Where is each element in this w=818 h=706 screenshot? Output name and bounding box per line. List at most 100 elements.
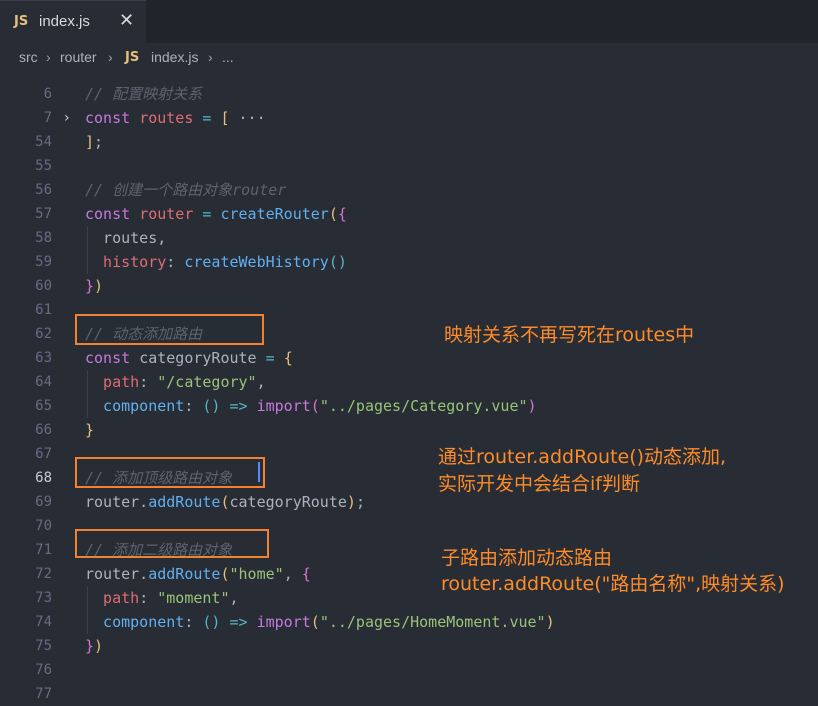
code-text: router.addRoute(categoryRoute); xyxy=(85,490,365,514)
code-token: ; xyxy=(94,133,104,151)
code-line[interactable]: 59 history: createWebHistory() xyxy=(0,250,818,274)
code-token: : xyxy=(184,397,203,415)
code-text: routes, xyxy=(85,226,166,250)
line-number: 67 xyxy=(35,446,52,462)
code-line[interactable]: 76 xyxy=(0,658,818,682)
line-number: 77 xyxy=(35,686,52,702)
code-token: = xyxy=(256,349,284,367)
code-token: categoryRoute xyxy=(229,493,347,511)
tab-label: index.js xyxy=(39,13,90,30)
code-text: ]; xyxy=(85,130,103,154)
code-token: router xyxy=(139,205,194,223)
code-token: : xyxy=(184,613,203,631)
code-token: ) xyxy=(527,397,537,415)
code-text: path: "/category", xyxy=(85,370,266,394)
code-line[interactable]: 74 component: () => import("../pages/Hom… xyxy=(0,610,818,634)
highlight-box-dynamic-route xyxy=(75,314,264,345)
code-line[interactable]: 6 // 配置映射关系 xyxy=(0,82,818,106)
code-token: ( xyxy=(220,565,230,583)
code-line[interactable]: 7 › const routes = [ ··· xyxy=(0,106,818,130)
close-icon[interactable]: ✕ xyxy=(119,10,134,30)
code-text: const router = createRouter({ xyxy=(85,202,347,226)
line-number: 64 xyxy=(35,374,52,390)
code-token: , xyxy=(256,373,266,391)
code-line[interactable]: 57 const router = createRouter({ xyxy=(0,202,818,226)
breadcrumb-router[interactable]: router xyxy=(60,49,97,65)
code-token: ) xyxy=(545,613,555,631)
code-token: = xyxy=(193,205,221,223)
code-token: "../pages/Category.vue" xyxy=(319,397,528,415)
code-token: component xyxy=(85,397,185,415)
annotation-note-3-line-2: router.addRoute("路由名称",映射关系) xyxy=(441,573,785,595)
breadcrumb-src[interactable]: src xyxy=(19,49,38,65)
code-token: path xyxy=(85,589,140,607)
line-number: 7 xyxy=(43,110,52,126)
line-number: 61 xyxy=(35,302,52,318)
code-token: addRoute xyxy=(148,493,221,511)
code-token: "/category" xyxy=(157,373,257,391)
breadcrumb-file[interactable]: index.js xyxy=(151,49,198,65)
code-text: history: createWebHistory() xyxy=(85,250,347,274)
line-number: 71 xyxy=(35,542,52,558)
code-text: const categoryRoute = { xyxy=(85,346,293,370)
code-token: } xyxy=(85,637,95,655)
javascript-file-icon: JS xyxy=(125,50,140,65)
code-token: : xyxy=(139,589,158,607)
code-token: router. xyxy=(85,565,149,583)
code-line[interactable]: 60}) xyxy=(0,274,818,298)
line-number: 55 xyxy=(35,158,52,174)
line-number: 65 xyxy=(35,398,52,414)
annotation-note-2-line-2: 实际开发中会结合if判断 xyxy=(438,473,640,495)
code-line[interactable]: 54]; xyxy=(0,130,818,154)
tab-bar: JS index.js ✕ xyxy=(0,0,818,43)
code-token: , xyxy=(283,565,302,583)
code-token: const xyxy=(85,205,140,223)
javascript-file-icon: JS xyxy=(14,14,29,29)
code-text: } xyxy=(85,418,94,442)
code-token: { xyxy=(283,349,293,367)
code-line[interactable]: 75}) xyxy=(0,634,818,658)
code-line[interactable]: 65 component: () => import("../pages/Cat… xyxy=(0,394,818,418)
breadcrumb: src › router › JS index.js › ... xyxy=(0,43,818,73)
annotation-note-1: 映射关系不再写死在routes中 xyxy=(444,324,695,346)
line-number: 75 xyxy=(35,638,52,654)
annotation-note-2-line-1: 通过router.addRoute()动态添加, xyxy=(438,446,727,468)
code-line[interactable]: 66} xyxy=(0,418,818,442)
code-token: ) xyxy=(94,277,104,295)
code-token: routes, xyxy=(85,229,167,247)
breadcrumb-more[interactable]: ... xyxy=(222,49,234,65)
code-token: () xyxy=(328,253,347,271)
fold-chevron-icon[interactable]: › xyxy=(64,106,70,130)
code-line[interactable]: 55 xyxy=(0,154,818,178)
line-number: 69 xyxy=(35,494,52,510)
line-number: 54 xyxy=(35,134,52,150)
code-token: ( xyxy=(310,397,320,415)
code-token: categoryRoute xyxy=(139,349,257,367)
code-line[interactable]: 58 routes, xyxy=(0,226,818,250)
code-token: import xyxy=(256,397,311,415)
code-token: ] xyxy=(85,133,95,151)
code-token: : xyxy=(139,373,158,391)
code-token: "moment" xyxy=(157,589,230,607)
code-token: ( xyxy=(220,493,230,511)
code-text: component: () => import("../pages/HomeMo… xyxy=(85,610,555,634)
code-line[interactable]: 64 path: "/category", xyxy=(0,370,818,394)
line-number: 76 xyxy=(35,662,52,678)
tab-index-js[interactable]: JS index.js ✕ xyxy=(0,0,146,43)
annotation-note-3-line-1: 子路由添加动态路由 xyxy=(441,547,613,569)
highlight-box-top-level-route xyxy=(75,457,265,488)
line-number: 6 xyxy=(43,86,52,102)
code-line[interactable]: 69 router.addRoute(categoryRoute); xyxy=(0,490,818,514)
code-token: { xyxy=(337,205,347,223)
code-line[interactable]: 77 xyxy=(0,682,818,706)
code-text: }) xyxy=(85,634,103,658)
code-line[interactable]: 56 // 创建一个路由对象router xyxy=(0,178,818,202)
code-text: component: () => import("../pages/Catego… xyxy=(85,394,537,418)
line-number: 59 xyxy=(35,254,52,270)
code-token: createWebHistory xyxy=(184,253,329,271)
chevron-right-icon: › xyxy=(46,49,51,65)
line-number: 63 xyxy=(35,350,52,366)
code-line[interactable]: 63 const categoryRoute = { xyxy=(0,346,818,370)
chevron-right-icon: › xyxy=(108,49,113,65)
chevron-right-icon: › xyxy=(208,49,213,65)
